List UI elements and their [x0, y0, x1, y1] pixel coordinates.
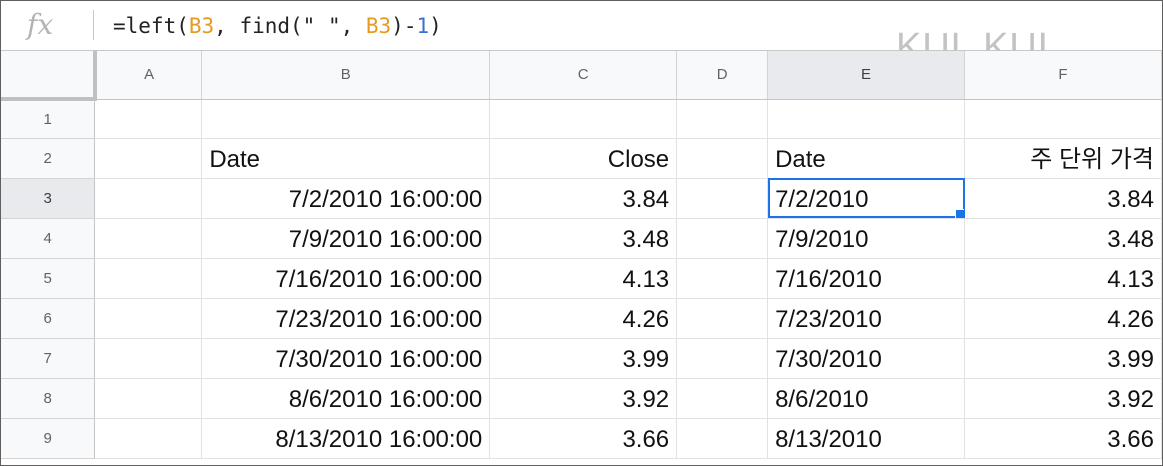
sheet-row: 7 7/30/2010 16:00:00 3.99 7/30/2010 3.99	[1, 338, 1162, 379]
cell-c9[interactable]: 3.66	[489, 418, 678, 459]
column-header-d[interactable]: D	[676, 51, 769, 100]
cell-e7[interactable]: 7/30/2010	[767, 338, 965, 379]
cell-f3[interactable]: 3.84	[964, 178, 1162, 219]
sheet-body: 1 2 Date Close Date 주 단위 가격 3 7/2/2010 16:00:00…	[1, 99, 1162, 459]
cell-c5[interactable]: 4.13	[489, 258, 678, 299]
row-header-1[interactable]: 1	[1, 99, 96, 139]
sheet-row: 2 Date Close Date 주 단위 가격	[1, 138, 1162, 179]
cell-a9[interactable]	[94, 418, 203, 459]
row-header-2[interactable]: 2	[1, 138, 96, 179]
sheet-row: 6 7/23/2010 16:00:00 4.26 7/23/2010 4.26	[1, 298, 1162, 339]
row-header-3[interactable]: 3	[1, 178, 96, 219]
cell-b7[interactable]: 7/30/2010 16:00:00	[201, 338, 491, 379]
cell-f6[interactable]: 4.26	[964, 298, 1162, 339]
cell-f2[interactable]: 주 단위 가격	[964, 138, 1162, 179]
cell-d9[interactable]	[676, 418, 769, 459]
cell-a3[interactable]	[94, 178, 203, 219]
cell-c1[interactable]	[489, 99, 678, 139]
cell-f9[interactable]: 3.66	[964, 418, 1162, 459]
cell-d6[interactable]	[676, 298, 769, 339]
cell-d2[interactable]	[676, 138, 769, 179]
cell-f7[interactable]: 3.99	[964, 338, 1162, 379]
cell-a6[interactable]	[94, 298, 203, 339]
cell-c7[interactable]: 3.99	[489, 338, 678, 379]
cell-e6[interactable]: 7/23/2010	[767, 298, 965, 339]
row-header-5[interactable]: 5	[1, 258, 96, 299]
sheet-row: 3 7/2/2010 16:00:00 3.84 7/2/2010 3.84	[1, 178, 1162, 219]
cell-a7[interactable]	[94, 338, 203, 379]
cell-b1[interactable]	[201, 99, 491, 139]
cell-d4[interactable]	[676, 218, 769, 259]
row-header-6[interactable]: 6	[1, 298, 96, 339]
formula-token-plain: )	[429, 14, 442, 38]
column-header-a[interactable]: A	[94, 51, 203, 100]
sheet-row: 1	[1, 99, 1162, 139]
sheet-row: 5 7/16/2010 16:00:00 4.13 7/16/2010 4.13	[1, 258, 1162, 299]
sheet-row: 9 8/13/2010 16:00:00 3.66 8/13/2010 3.66	[1, 418, 1162, 459]
cell-e8[interactable]: 8/6/2010	[767, 378, 965, 419]
cell-e9[interactable]: 8/13/2010	[767, 418, 965, 459]
cell-b3[interactable]: 7/2/2010 16:00:00	[201, 178, 491, 219]
row-header-7[interactable]: 7	[1, 338, 96, 379]
cell-b5[interactable]: 7/16/2010 16:00:00	[201, 258, 491, 299]
formula-token-num: 1	[416, 14, 430, 38]
cell-a4[interactable]	[94, 218, 203, 259]
column-header-c[interactable]: C	[489, 51, 678, 100]
cell-c8[interactable]: 3.92	[489, 378, 678, 419]
cell-c2[interactable]: Close	[489, 138, 678, 179]
cell-a8[interactable]	[94, 378, 203, 419]
cell-e5[interactable]: 7/16/2010	[767, 258, 965, 299]
cell-f1[interactable]	[964, 99, 1162, 139]
cell-d8[interactable]	[676, 378, 769, 419]
formula-token-ref: B3	[188, 14, 215, 38]
cell-f5[interactable]: 4.13	[964, 258, 1162, 299]
function-icon: fx	[27, 8, 54, 41]
formula-bar: fx =left(B3, find(" ", B3)-1) KUL KUL	[1, 1, 1162, 67]
column-header-row: ABCDEF	[1, 51, 1162, 101]
formula-token-plain: =left(	[113, 14, 189, 38]
row-header-4[interactable]: 4	[1, 218, 96, 259]
cell-b2[interactable]: Date	[201, 138, 491, 179]
row-header-9[interactable]: 9	[1, 418, 96, 459]
cell-d5[interactable]	[676, 258, 769, 299]
cell-e2[interactable]: Date	[767, 138, 965, 179]
sheet-grid: ABCDEF 1 2 Date Close Date 주 단위 가격 3 7/2/2010 1…	[1, 51, 1162, 459]
row-header-8[interactable]: 8	[1, 378, 96, 419]
column-header-f[interactable]: F	[964, 51, 1162, 100]
cell-b6[interactable]: 7/23/2010 16:00:00	[201, 298, 491, 339]
sheet-row: 8 8/6/2010 16:00:00 3.92 8/6/2010 3.92	[1, 378, 1162, 419]
cell-a2[interactable]	[94, 138, 203, 179]
cell-e3[interactable]: 7/2/2010	[767, 178, 965, 219]
cell-d1[interactable]	[676, 99, 769, 139]
formula-bar-divider	[93, 10, 94, 40]
cell-b4[interactable]: 7/9/2010 16:00:00	[201, 218, 491, 259]
column-header-b[interactable]: B	[201, 51, 491, 100]
cell-a5[interactable]	[94, 258, 203, 299]
formula-token-plain: , find(" ",	[214, 14, 366, 38]
cell-c6[interactable]: 4.26	[489, 298, 678, 339]
cell-c3[interactable]: 3.84	[489, 178, 678, 219]
spreadsheet-window: fx =left(B3, find(" ", B3)-1) KUL KUL AB…	[0, 0, 1163, 466]
select-all-corner[interactable]	[1, 51, 97, 101]
cell-b8[interactable]: 8/6/2010 16:00:00	[201, 378, 491, 419]
cell-b9[interactable]: 8/13/2010 16:00:00	[201, 418, 491, 459]
cell-e4[interactable]: 7/9/2010	[767, 218, 965, 259]
cell-c4[interactable]: 3.48	[489, 218, 678, 259]
cell-f4[interactable]: 3.48	[964, 218, 1162, 259]
sheet-row: 4 7/9/2010 16:00:00 3.48 7/9/2010 3.48	[1, 218, 1162, 259]
column-header-e[interactable]: E	[767, 51, 965, 100]
cell-a1[interactable]	[94, 99, 203, 139]
formula-input[interactable]: =left(B3, find(" ", B3)-1)	[113, 11, 442, 41]
formula-token-plain: )-	[391, 14, 417, 38]
cell-d7[interactable]	[676, 338, 769, 379]
cell-f8[interactable]: 3.92	[964, 378, 1162, 419]
fill-handle[interactable]	[955, 208, 964, 217]
cell-d3[interactable]	[676, 178, 769, 219]
formula-token-ref: B3	[365, 14, 392, 38]
cell-e1[interactable]	[767, 99, 965, 139]
